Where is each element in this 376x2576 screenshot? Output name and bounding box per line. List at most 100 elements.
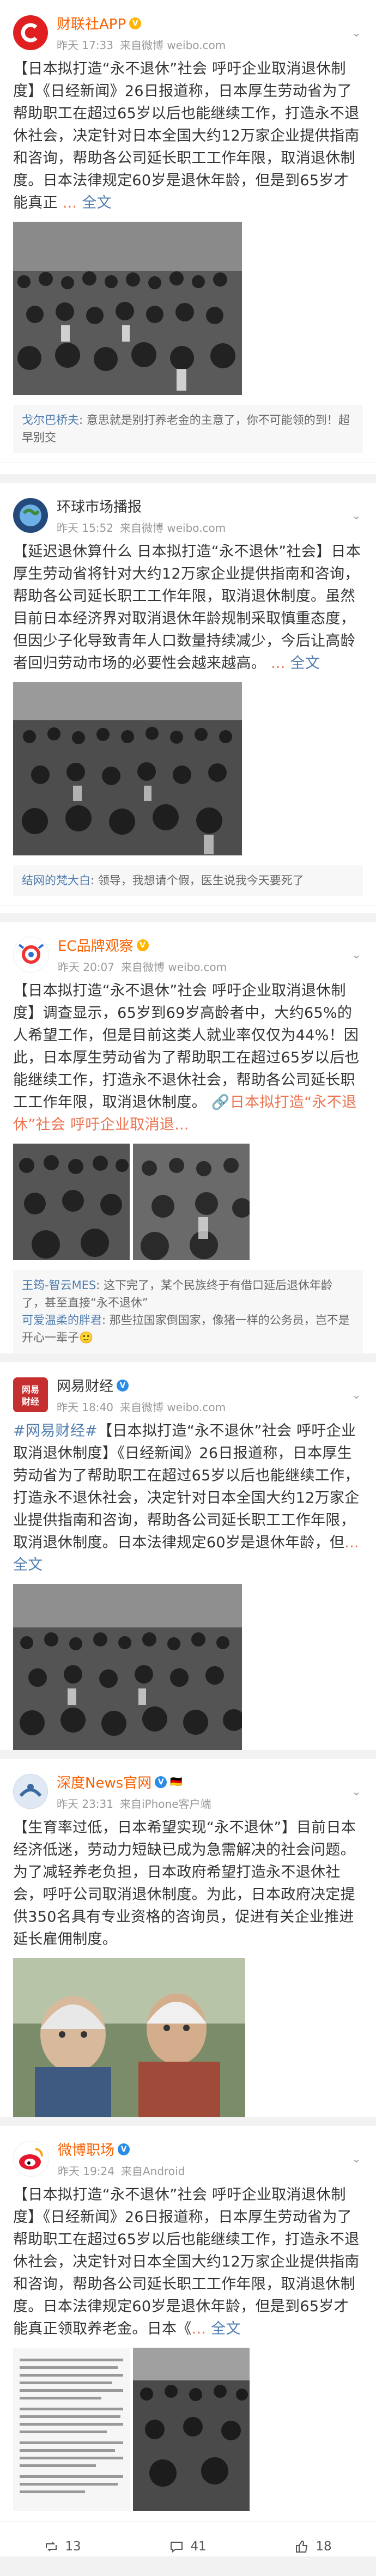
comment-button[interactable]: 41	[125, 2539, 251, 2554]
photo-grid	[13, 1144, 363, 1260]
author-name[interactable]: 微博职场	[58, 2139, 114, 2159]
post-source: 来自微博 weibo.com	[120, 39, 226, 52]
crowd-image	[133, 1144, 250, 1260]
post-time: 昨天 17:33	[57, 39, 113, 52]
hot-comment[interactable]: 戈尔巴桥夫: 意思就是别打养老金的主意了，你不可能领的到！超早别交	[13, 405, 363, 453]
post-time: 昨天 15:52	[57, 521, 113, 534]
crowd-photo[interactable]	[133, 1144, 250, 1260]
brand-logo-icon	[18, 944, 44, 964]
action-bar: 84 186 97	[0, 906, 376, 913]
thumbs-up-icon	[296, 2540, 308, 2553]
verified-icon: V	[129, 17, 142, 29]
verified-icon: V	[136, 939, 149, 951]
author-name[interactable]: 环球市场播报	[57, 496, 142, 516]
full-text-link[interactable]: 全文	[13, 1557, 43, 1573]
netease-logo-icon: 网易财经	[13, 1377, 48, 1412]
news-logo-icon	[13, 1774, 48, 1809]
crowd-image	[13, 682, 242, 855]
post-header: 环球市场播报 昨天 15:52 来自微博 weibo.com ⌄	[13, 496, 363, 535]
photo-grid	[13, 2348, 363, 2511]
avatar[interactable]: 网易 财经	[13, 1377, 48, 1412]
full-text-link[interactable]: 全文	[82, 195, 112, 211]
post-source: 来自微博 weibo.com	[120, 521, 226, 534]
post-header: EC品牌观察 V 昨天 20:07 来自微博 weibo.com ⌄	[13, 935, 363, 974]
verified-icon: V	[117, 1379, 129, 1392]
post-source: 来自iPhone客户端	[120, 1797, 211, 1811]
topic-tag[interactable]: #网易财经#	[13, 1423, 98, 1439]
hot-comment[interactable]: 王筠-智云MES: 这下完了，某个民族终于有借口延后退休年龄了，甚至直接“永不退…	[13, 1270, 363, 1353]
chevron-down-icon[interactable]: ⌄	[350, 1388, 363, 1401]
chevron-down-icon[interactable]: ⌄	[350, 509, 363, 522]
crowd-image	[13, 1584, 242, 1750]
like-button[interactable]: 18	[251, 2539, 376, 2554]
repost-button[interactable]: 13	[0, 2539, 125, 2554]
crowd-photo[interactable]	[133, 2348, 250, 2511]
globe-icon	[20, 505, 41, 526]
post-text: 【延迟退休算什么 日本拟打造“永不退休”社会】日本厚生劳动省将针对大约12万家企…	[13, 543, 361, 672]
post-text: 【日本拟打造“永不退休”社会 呼吁企业取消退休制度】《日经新闻》26日报道称，日…	[13, 60, 360, 211]
elderly-image	[13, 1958, 245, 2117]
post-card[interactable]: 深度News官网 V 🇩🇪 昨天 23:31 来自iPhone客户端 ⌄ 【生育率过低…	[0, 1759, 376, 2117]
avatar[interactable]	[13, 15, 48, 50]
hot-comment[interactable]: 结网的梵大白: 领导，我想请个假，医生说我今天要死了	[13, 865, 363, 896]
chevron-down-icon[interactable]: ⌄	[350, 1785, 363, 1798]
repost-icon	[46, 2542, 57, 2551]
cailian-logo-icon	[21, 23, 38, 42]
post-time: 昨天 19:24	[58, 2165, 114, 2178]
chevron-down-icon[interactable]: ⌄	[350, 26, 363, 39]
crowd-photo[interactable]	[13, 682, 242, 855]
comment-user[interactable]: 结网的梵大白	[22, 874, 90, 887]
chevron-down-icon[interactable]: ⌄	[350, 948, 363, 961]
post-card[interactable]: EC品牌观察 V 昨天 20:07 来自微博 weibo.com ⌄ 【日本拟打造“…	[0, 922, 376, 1353]
crowd-image	[13, 222, 242, 395]
crowd-photo[interactable]	[13, 1144, 130, 1260]
article-screenshot-image	[13, 2348, 130, 2511]
action-bar: 1054 724 722	[0, 463, 376, 474]
comment-icon	[171, 2542, 183, 2553]
post-header: 网易 财经 网易财经 V 昨天 18:40 来自微博 weibo.com ⌄	[13, 1375, 363, 1414]
elderly-photo[interactable]	[13, 1958, 245, 2117]
author-name[interactable]: 财联社APP	[57, 13, 126, 33]
post-card[interactable]: 财联社APP V 昨天 17:33 来自微博 weibo.com ⌄ 【日本拟打造“…	[0, 0, 376, 474]
post-card[interactable]: 微博职场 V 昨天 19:24 来自Android ⌄ 【日本拟打造“永不退休”社会…	[0, 2126, 376, 2556]
weibo-logo-icon	[19, 2148, 43, 2170]
flag-icon: 🇩🇪	[170, 1776, 183, 1788]
post-time: 昨天 20:07	[58, 961, 114, 974]
verified-icon: V	[155, 1776, 167, 1788]
crowd-photo[interactable]	[13, 222, 242, 395]
post-text: 【生育率过低，日本希望实现“永不退休”】目前日本经济低迷，劳动力短缺已成为急需解…	[13, 1819, 356, 1948]
weibo-feed: 财联社APP V 昨天 17:33 来自微博 weibo.com ⌄ 【日本拟打造“…	[0, 0, 376, 2556]
author-name[interactable]: 网易财经	[57, 1375, 113, 1395]
text-screenshot-photo[interactable]	[13, 2348, 130, 2511]
avatar[interactable]	[13, 1774, 48, 1809]
comment-user[interactable]: 王筠-智云MES	[22, 1279, 96, 1292]
post-card[interactable]: 环球市场播报 昨天 15:52 来自微博 weibo.com ⌄ 【延迟退休算什么…	[0, 483, 376, 913]
post-source: 来自微博 weibo.com	[121, 961, 227, 974]
post-time: 昨天 18:40	[57, 1401, 113, 1414]
post-card[interactable]: 网易 财经 网易财经 V 昨天 18:40 来自微博 weibo.com ⌄ #网易财…	[0, 1362, 376, 1750]
avatar[interactable]	[13, 498, 48, 533]
comment-user[interactable]: 可爱温柔的胖君	[22, 1314, 102, 1327]
author-name[interactable]: EC品牌观察	[58, 935, 134, 955]
crowd-photo[interactable]	[13, 1584, 242, 1750]
action-bar: 13 41 18	[0, 2521, 376, 2556]
chevron-down-icon[interactable]: ⌄	[350, 2152, 363, 2165]
avatar[interactable]	[13, 2141, 49, 2177]
full-text-link[interactable]: 全文	[211, 2320, 241, 2337]
post-header: 微博职场 V 昨天 19:24 来自Android ⌄	[13, 2139, 363, 2178]
avatar[interactable]	[13, 937, 49, 973]
post-source: 来自微博 weibo.com	[120, 1401, 226, 1414]
svg-text:财经: 财经	[21, 1396, 39, 1407]
crowd-image	[133, 2348, 250, 2511]
post-text: 【日本拟打造“永不退休”社会 呼吁企业取消退休制度】调查显示，65岁到69岁高龄…	[13, 982, 360, 1133]
comment-user[interactable]: 戈尔巴桥夫	[22, 414, 79, 427]
full-text-link[interactable]: 全文	[290, 655, 320, 672]
svg-text:网易: 网易	[22, 1384, 39, 1395]
verified-icon: V	[118, 2143, 130, 2155]
comment-text: 领导，我想请个假，医生说我今天要死了	[98, 874, 304, 887]
post-header: 深度News官网 V 🇩🇪 昨天 23:31 来自iPhone客户端 ⌄	[13, 1772, 363, 1811]
post-time: 昨天 23:31	[57, 1797, 113, 1811]
author-name[interactable]: 深度News官网	[57, 1772, 151, 1792]
post-text: 【日本拟打造“永不退休”社会 呼吁企业取消退休制度】《日经新闻》26日报道称，日…	[13, 2186, 360, 2337]
post-text: #网易财经#【日本拟打造“永不退休”社会 呼吁企业取消退休制度】《日经新闻》26…	[13, 1423, 360, 1573]
